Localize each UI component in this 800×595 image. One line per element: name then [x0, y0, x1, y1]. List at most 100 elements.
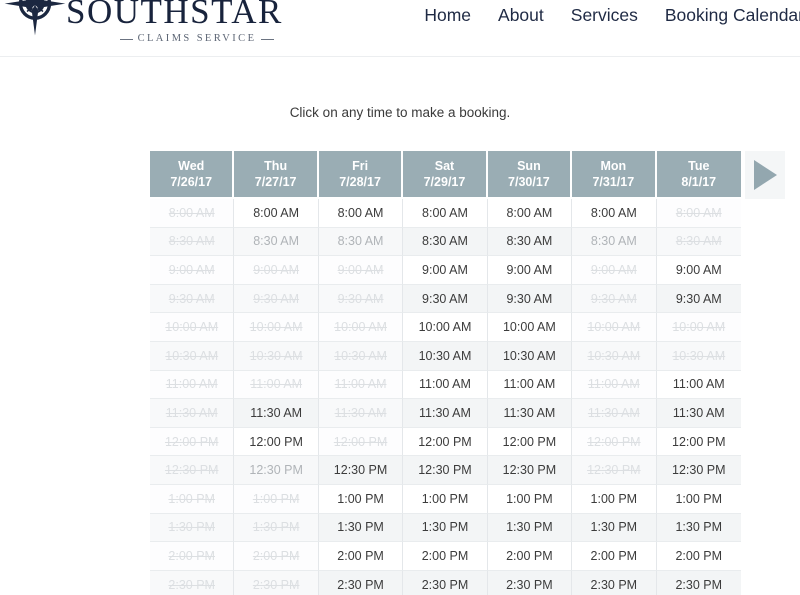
booking-instruction: Click on any time to make a booking. — [289, 105, 511, 120]
time-slot-unavailable: 10:30 AM — [572, 341, 657, 371]
time-slot-unavailable: 11:30 AM — [318, 399, 404, 428]
time-slot-available[interactable]: 9:00 AM — [487, 256, 573, 285]
time-slot-available[interactable]: 8:00 AM — [318, 199, 404, 228]
nav-item-services[interactable]: Services — [571, 0, 638, 30]
time-slot-available[interactable]: 11:30 AM — [656, 399, 741, 428]
main-content: Click on any time to make a booking. Wed… — [0, 105, 800, 595]
time-slot-available[interactable]: 2:30 PM — [656, 570, 741, 595]
booking-time-table: Wed 7/26/17 Thu 7/27/17 Fri 7/28/17 Sat 7/29/17… — [150, 151, 741, 595]
time-slot-unavailable: 8:00 AM — [656, 199, 741, 228]
time-slot-available[interactable]: 8:00 AM — [572, 199, 657, 228]
time-slot-available[interactable]: 2:00 PM — [656, 542, 741, 571]
time-slot-available[interactable]: 1:00 PM — [318, 484, 404, 514]
nav-item-booking-calendar[interactable]: Booking Calendar — [665, 0, 800, 30]
time-slot-available[interactable]: 12:00 PM — [403, 427, 488, 457]
time-slot-available[interactable]: 11:30 AM — [403, 399, 488, 428]
day-header-date: 7/30/17 — [508, 175, 550, 189]
time-slot-available[interactable]: 1:30 PM — [572, 513, 657, 543]
time-slot-available[interactable]: 12:00 PM — [656, 427, 741, 457]
time-slot-unavailable: 2:00 PM — [234, 542, 319, 571]
day-header-row: Wed 7/26/17 Thu 7/27/17 Fri 7/28/17 Sat 7/29/17… — [150, 151, 741, 199]
time-slot-available[interactable]: 8:30 AM — [403, 227, 488, 257]
time-slot-available[interactable]: 1:00 PM — [487, 484, 573, 514]
nav-item-home[interactable]: Home — [424, 0, 471, 30]
time-slot-available[interactable]: 12:30 PM — [656, 456, 741, 485]
day-header-sat: Sat 7/29/17 — [403, 151, 488, 199]
time-slot-available[interactable]: 1:30 PM — [318, 513, 404, 543]
calendar-header-row: Wed 7/26/17 Thu 7/27/17 Fri 7/28/17 Sat 7/29/17… — [150, 151, 741, 199]
day-header-date: 7/31/17 — [592, 175, 635, 189]
time-slot-available[interactable]: 9:00 AM — [656, 256, 741, 285]
time-slot-unavailable: 9:00 AM — [318, 256, 404, 285]
time-slot-available[interactable]: 2:00 PM — [572, 542, 657, 571]
time-slot-available[interactable]: 8:00 AM — [403, 199, 488, 228]
time-slot-unavailable: 10:30 AM — [318, 341, 404, 371]
time-slot-available[interactable]: 11:30 AM — [234, 399, 319, 428]
time-slot-unavailable: 10:00 AM — [234, 313, 319, 342]
time-slot-body: 8:00 AM 8:00 AM 8:00 AM 8:00 AM 8:00 AM 8:00 … — [150, 199, 741, 595]
time-slot-available[interactable]: 1:00 PM — [656, 484, 741, 514]
time-slot-available[interactable]: 11:00 AM — [656, 370, 741, 400]
time-slot-available[interactable]: 8:00 AM — [234, 199, 319, 228]
time-slot-available[interactable]: 9:30 AM — [487, 284, 573, 314]
time-slot-available[interactable]: 2:30 PM — [403, 570, 488, 595]
time-slot-available[interactable]: 9:30 AM — [403, 284, 488, 314]
time-slot-unavailable: 10:00 AM — [150, 313, 235, 342]
day-header-thu: Thu 7/27/17 — [234, 151, 319, 199]
time-slot-available[interactable]: 9:30 AM — [656, 284, 741, 314]
time-slot-available[interactable]: 2:00 PM — [487, 542, 573, 571]
time-slot-available[interactable]: 10:00 AM — [487, 313, 573, 342]
time-slot-unavailable: 1:30 PM — [150, 513, 235, 543]
time-slot-unavailable: 11:00 AM — [150, 370, 235, 400]
time-slot-row: 8:30 AM 8:30 AM 8:30 AM 8:30 AM 8:30 AM 8:30 … — [150, 227, 741, 257]
time-slot-unavailable: 11:30 AM — [572, 399, 657, 428]
time-slot-available[interactable]: 2:00 PM — [403, 542, 488, 571]
time-slot-available[interactable]: 12:30 PM — [403, 456, 488, 485]
time-slot-unavailable: 2:00 PM — [150, 542, 235, 571]
time-slot-unavailable: 8:30 AM — [150, 227, 235, 257]
time-slot-available[interactable]: 12:00 PM — [234, 427, 319, 457]
time-slot-available[interactable]: 12:00 PM — [487, 427, 573, 457]
time-slot-available[interactable]: 10:30 AM — [403, 341, 488, 371]
time-slot-unavailable: 9:30 AM — [234, 284, 319, 314]
time-slot-row: 2:00 PM 2:00 PM 2:00 PM 2:00 PM 2:00 PM 2:00 … — [150, 542, 741, 571]
time-slot-row: 8:00 AM 8:00 AM 8:00 AM 8:00 AM 8:00 AM 8:00 … — [150, 199, 741, 228]
time-slot-available[interactable]: 11:30 AM — [487, 399, 573, 428]
time-slot-available[interactable]: 12:30 PM — [487, 456, 573, 485]
time-slot-available[interactable]: 2:30 PM — [572, 570, 657, 595]
time-slot-available[interactable]: 1:30 PM — [403, 513, 488, 543]
time-slot-unavailable: 12:30 PM — [234, 456, 319, 485]
day-header-tue: Tue 8/1/17 — [656, 151, 741, 199]
time-slot-available[interactable]: 2:00 PM — [318, 542, 404, 571]
time-slot-unavailable: 9:30 AM — [572, 284, 657, 314]
time-slot-unavailable: 12:00 PM — [572, 427, 657, 457]
time-slot-available[interactable]: 1:00 PM — [403, 484, 488, 514]
day-header-sun: Sun 7/30/17 — [487, 151, 573, 199]
brand-rule-left — [120, 38, 133, 40]
day-header-date: 7/27/17 — [254, 175, 297, 189]
time-slot-row: 2:30 PM 2:30 PM 2:30 PM 2:30 PM 2:30 PM 2:30 … — [150, 570, 741, 595]
nav-item-about[interactable]: About — [498, 0, 544, 30]
next-week-button[interactable] — [745, 151, 785, 199]
compass-star-icon — [2, 0, 68, 38]
time-slot-available[interactable]: 1:30 PM — [656, 513, 741, 543]
time-slot-available[interactable]: 2:30 PM — [318, 570, 404, 595]
day-header-date: 7/29/17 — [423, 175, 466, 189]
time-slot-available[interactable]: 1:00 PM — [572, 484, 657, 514]
time-slot-available[interactable]: 11:00 AM — [487, 370, 573, 400]
time-slot-unavailable: 11:30 AM — [150, 399, 235, 428]
brand-logo[interactable]: SOUTHSTAR CLAIMS SERVICE — [0, 0, 283, 44]
time-slot-available[interactable]: 2:30 PM — [487, 570, 573, 595]
day-header-fri: Fri 7/28/17 — [318, 151, 404, 199]
time-slot-available[interactable]: 12:30 PM — [318, 456, 404, 485]
time-slot-available[interactable]: 9:00 AM — [403, 256, 488, 285]
time-slot-unavailable: 9:30 AM — [150, 284, 235, 314]
time-slot-available[interactable]: 11:00 AM — [403, 370, 488, 400]
time-slot-available[interactable]: 8:00 AM — [487, 199, 573, 228]
time-slot-available[interactable]: 1:30 PM — [487, 513, 573, 543]
time-slot-available[interactable]: 8:30 AM — [487, 227, 573, 257]
time-slot-unavailable: 12:00 PM — [318, 427, 404, 457]
time-slot-unavailable: 11:00 AM — [572, 370, 657, 400]
time-slot-available[interactable]: 10:30 AM — [487, 341, 573, 371]
time-slot-available[interactable]: 10:00 AM — [403, 313, 488, 342]
